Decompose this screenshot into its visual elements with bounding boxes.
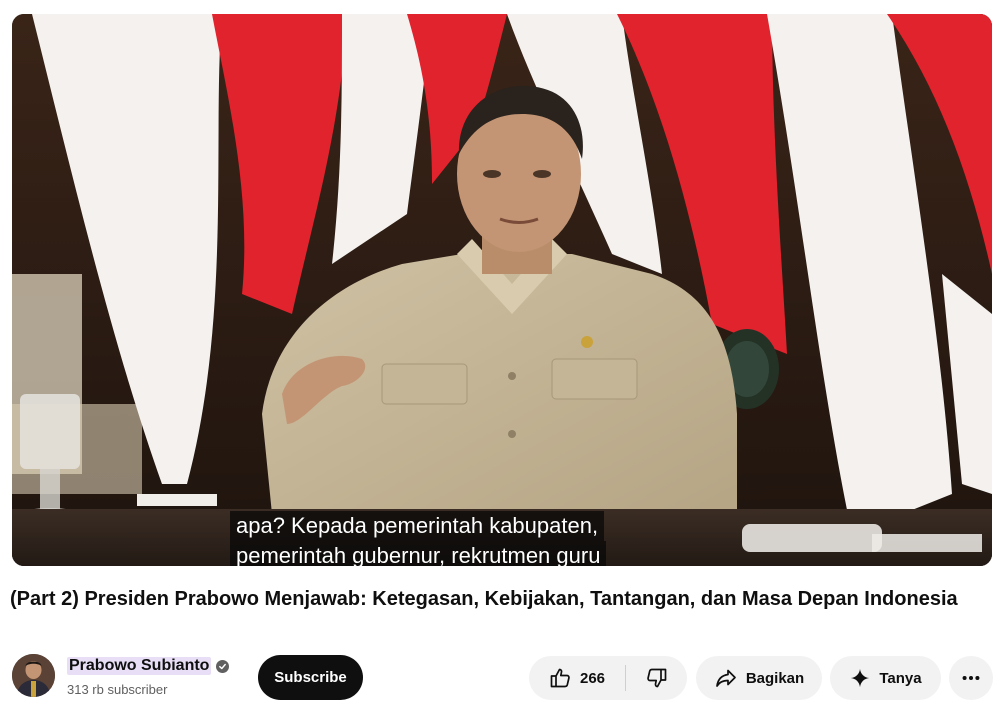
- ask-button[interactable]: Tanya: [830, 656, 941, 700]
- video-player[interactable]: apa? Kepada pemerintah kabupaten, pemeri…: [12, 14, 992, 566]
- share-arrow-icon: [715, 669, 736, 687]
- subtitle-captions: apa? Kepada pemerintah kabupaten, pemeri…: [230, 511, 607, 566]
- thumbs-down-icon: [646, 668, 666, 688]
- more-actions-button[interactable]: [949, 656, 993, 700]
- caption-line: apa? Kepada pemerintah kabupaten,: [230, 511, 605, 541]
- like-dislike-group: 266: [529, 656, 687, 700]
- subscribe-button[interactable]: Subscribe: [258, 655, 363, 700]
- sparkle-icon: [851, 668, 870, 688]
- caption-line: pemerintah gubernur, rekrutmen guru: [230, 541, 607, 566]
- like-count: 266: [580, 669, 606, 687]
- share-button[interactable]: Bagikan: [696, 656, 822, 700]
- video-frame: [12, 14, 992, 566]
- thumbs-up-icon: [550, 668, 570, 688]
- channel-name-text[interactable]: Prabowo Subianto: [67, 657, 212, 675]
- verified-check-icon: [216, 659, 230, 673]
- ask-label: Tanya: [879, 669, 922, 687]
- avatar-image: [12, 654, 55, 697]
- more-horizontal-icon: [962, 675, 980, 681]
- video-title: (Part 2) Presiden Prabowo Menjawab: Kete…: [10, 588, 958, 610]
- share-label: Bagikan: [745, 669, 805, 687]
- dislike-button[interactable]: [626, 656, 687, 700]
- channel-name[interactable]: Prabowo Subianto: [67, 657, 230, 675]
- subscriber-count: 313 rb subscriber: [67, 682, 168, 697]
- like-button[interactable]: 266: [529, 656, 625, 700]
- channel-avatar[interactable]: [12, 654, 55, 697]
